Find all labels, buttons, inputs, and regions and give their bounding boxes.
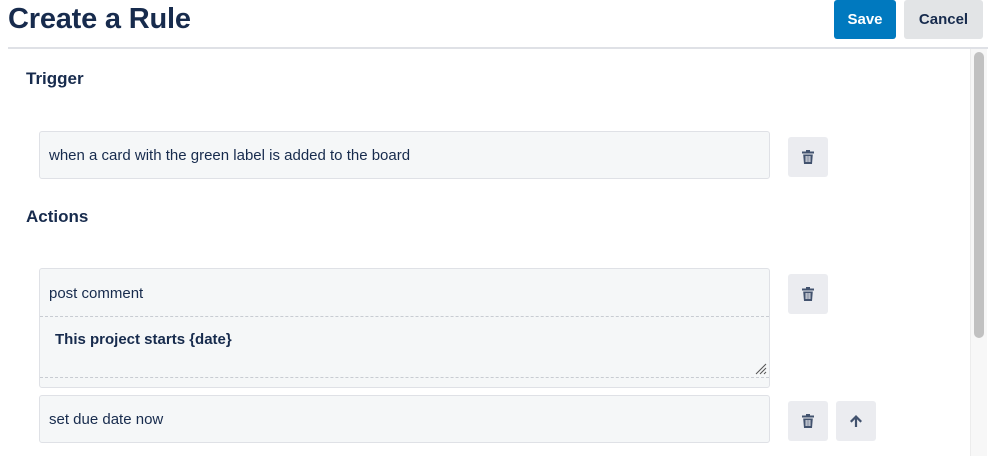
- delete-trigger-button[interactable]: [788, 137, 828, 177]
- trash-icon: [802, 414, 814, 428]
- resize-grip-icon[interactable]: [755, 363, 767, 375]
- page-title: Create a Rule: [8, 3, 191, 35]
- cancel-button[interactable]: Cancel: [904, 0, 983, 39]
- action-item-set-due-date[interactable]: set due date now: [39, 395, 770, 443]
- comment-text: This project starts {date}: [55, 331, 232, 348]
- comment-textarea[interactable]: This project starts {date}: [40, 316, 769, 378]
- delete-action-button[interactable]: [788, 274, 828, 314]
- action-label: set due date now: [49, 411, 164, 428]
- trash-icon: [802, 150, 814, 164]
- action-label: post comment: [49, 285, 144, 302]
- move-up-button[interactable]: [836, 401, 876, 441]
- trigger-field[interactable]: when a card with the green label is adde…: [39, 131, 770, 179]
- header-bar: Create a Rule Save Cancel: [0, 0, 999, 48]
- trigger-text: when a card with the green label is adde…: [49, 147, 411, 164]
- arrow-up-icon: [850, 415, 862, 427]
- actions-heading: Actions: [26, 207, 89, 226]
- scrollbar-thumb[interactable]: [974, 52, 984, 338]
- save-button[interactable]: Save: [834, 0, 896, 39]
- trash-icon: [802, 287, 814, 301]
- trigger-heading: Trigger: [26, 69, 84, 88]
- header-divider: [8, 47, 988, 49]
- delete-action-button[interactable]: [788, 401, 828, 441]
